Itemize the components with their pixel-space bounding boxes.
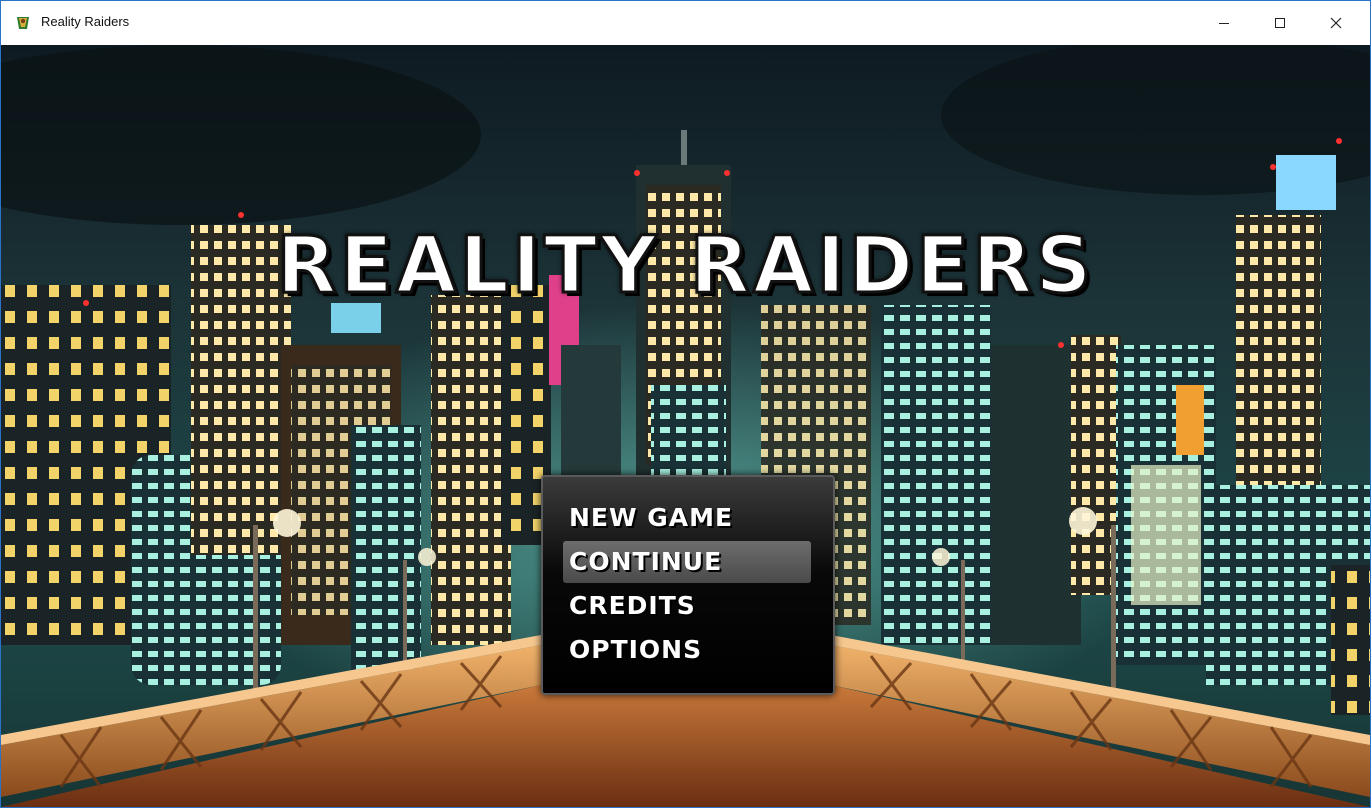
close-icon <box>1330 17 1342 29</box>
game-window: Reality Raiders REALITY RAIDERS NEW GAME… <box>0 0 1371 808</box>
maximize-icon <box>1275 18 1285 28</box>
main-menu: NEW GAME CONTINUE CREDITS OPTIONS <box>541 475 835 695</box>
close-button[interactable] <box>1308 1 1364 45</box>
menu-item-options[interactable]: OPTIONS <box>563 629 811 671</box>
game-viewport[interactable]: REALITY RAIDERS NEW GAME CONTINUE CREDIT… <box>1 45 1370 807</box>
menu-item-new-game[interactable]: NEW GAME <box>563 497 811 539</box>
menu-item-credits[interactable]: CREDITS <box>563 585 811 627</box>
game-icon <box>17 17 29 29</box>
maximize-button[interactable] <box>1252 1 1308 45</box>
menu-item-continue[interactable]: CONTINUE <box>563 541 811 583</box>
minimize-button[interactable] <box>1196 1 1252 45</box>
game-title: REALITY RAIDERS <box>275 220 1095 313</box>
title-bar[interactable]: Reality Raiders <box>1 1 1370 45</box>
minimize-icon <box>1219 23 1229 24</box>
window-title: Reality Raiders <box>41 14 130 29</box>
